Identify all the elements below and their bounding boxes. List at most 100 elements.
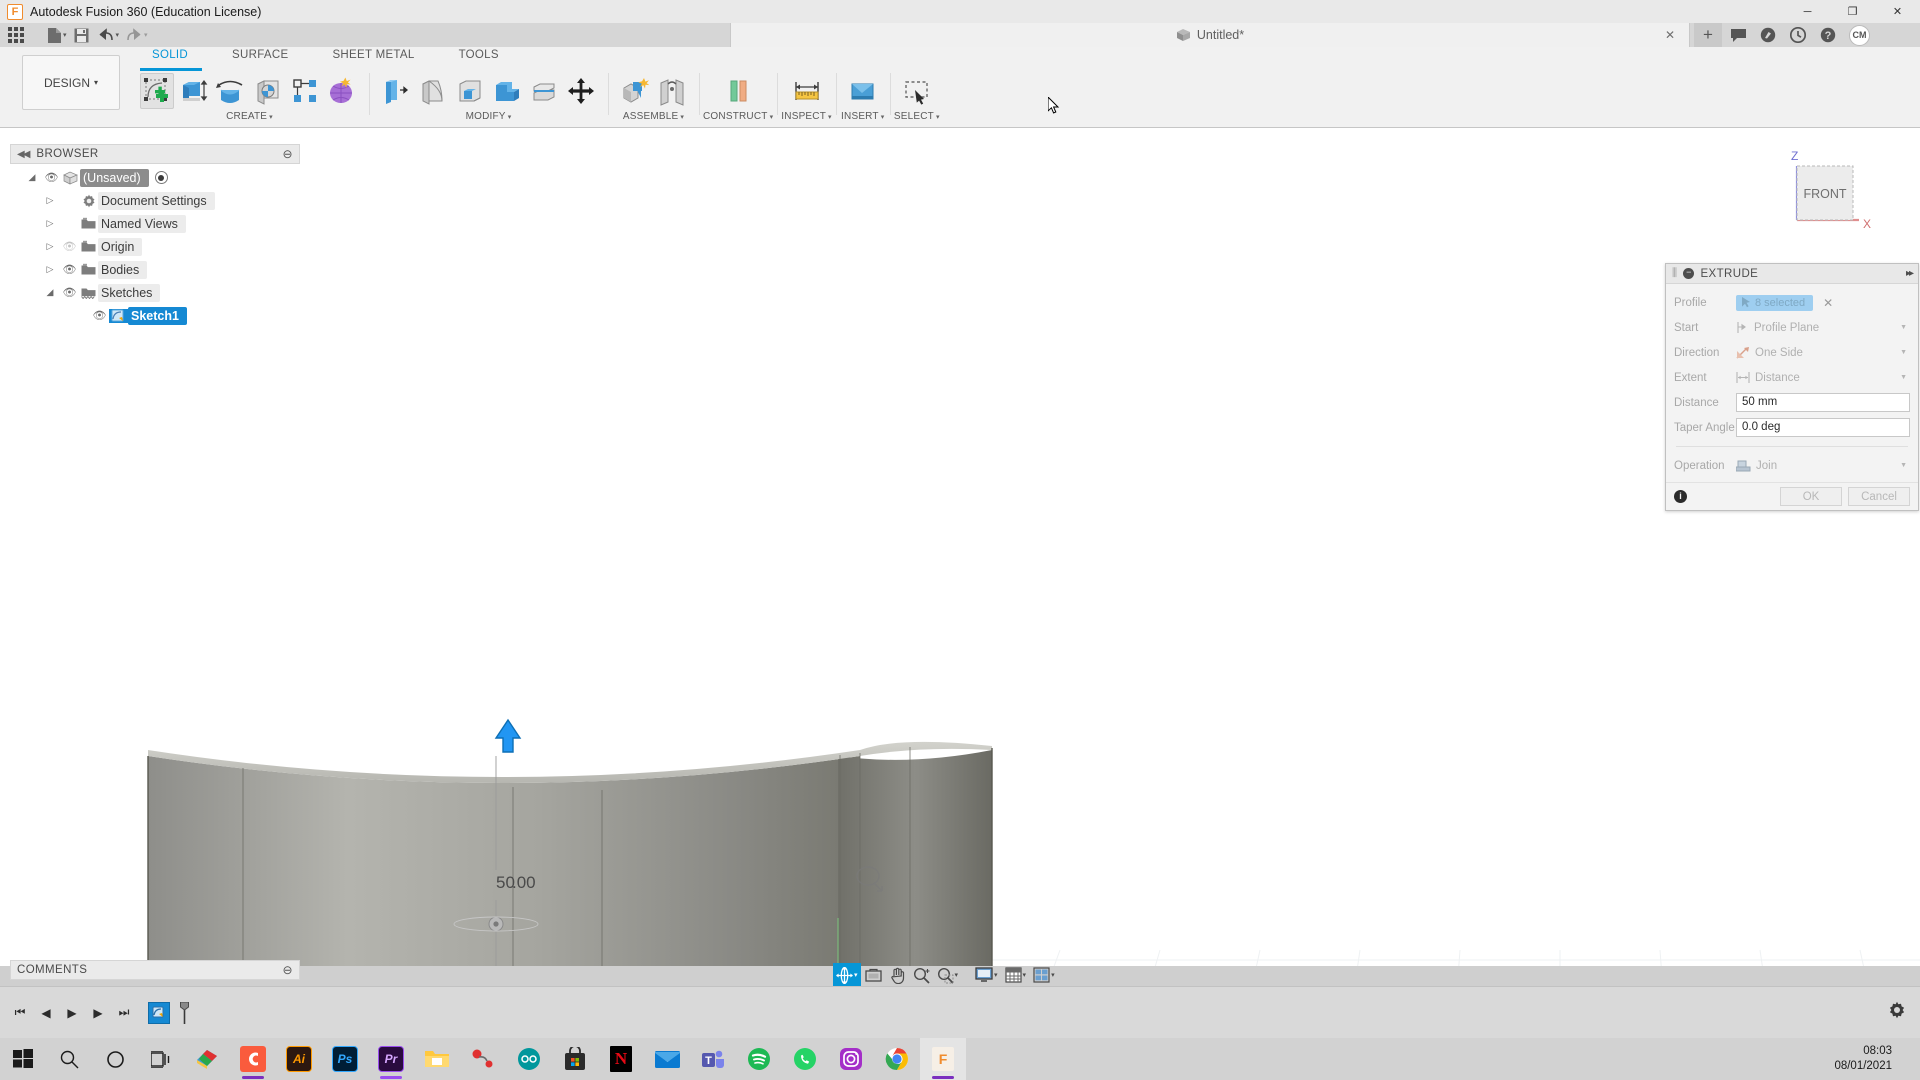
- help-icon[interactable]: ?: [1814, 23, 1842, 47]
- undo-icon[interactable]: ▾: [95, 24, 122, 46]
- shell-icon[interactable]: [453, 73, 487, 109]
- zoom-button[interactable]: [910, 963, 933, 987]
- illustrator-button[interactable]: Ai: [276, 1038, 322, 1080]
- timeline-go-to-end[interactable]: ⏭: [112, 1001, 136, 1025]
- tree-node-unsaved[interactable]: ◢ 👁 (Unsaved): [10, 166, 300, 189]
- cortana-button[interactable]: [92, 1038, 138, 1080]
- visibility-eye-icon[interactable]: 👁: [60, 286, 79, 299]
- grid-snaps-button[interactable]: ▾: [1002, 963, 1030, 987]
- camtasia-button[interactable]: [230, 1038, 276, 1080]
- save-icon[interactable]: [71, 24, 93, 46]
- clear-selection-icon[interactable]: ✕: [1823, 296, 1833, 310]
- extrude-dialog-header[interactable]: ⫼ − EXTRUDE ▸▸: [1666, 264, 1918, 284]
- view-cube[interactable]: Z X FRONT: [1779, 146, 1875, 238]
- move-copy-icon[interactable]: [564, 73, 598, 109]
- group-label-insert[interactable]: INSERT ▾: [841, 111, 884, 122]
- display-settings-button[interactable]: ▾: [972, 963, 1001, 987]
- photoshop-button[interactable]: Ps: [322, 1038, 368, 1080]
- drag-grip-icon[interactable]: ⫼: [1672, 267, 1677, 280]
- chevron-down-icon[interactable]: ▾: [144, 31, 148, 39]
- chevron-down-icon[interactable]: ▾: [1051, 971, 1055, 979]
- app-grid-icon[interactable]: [5, 24, 27, 46]
- create-form-icon[interactable]: [325, 73, 359, 109]
- group-label-create[interactable]: CREATE ▾: [226, 111, 273, 122]
- cancel-button[interactable]: Cancel: [1848, 487, 1910, 506]
- tree-node-sketches[interactable]: ◢ 👁 Sketches: [10, 281, 300, 304]
- start-button[interactable]: [0, 1038, 46, 1080]
- close-button[interactable]: ✕: [1875, 0, 1920, 23]
- offset-plane-icon[interactable]: [721, 73, 755, 109]
- direction-dropdown[interactable]: One Side ▼: [1736, 346, 1910, 359]
- chevron-down-icon[interactable]: ▼: [1900, 374, 1907, 381]
- extensions-icon[interactable]: [1754, 23, 1782, 47]
- redo-icon[interactable]: ▾: [123, 24, 150, 46]
- viewports-button[interactable]: ▾: [1030, 963, 1058, 987]
- comments-icon[interactable]: [1724, 23, 1752, 47]
- operation-dropdown[interactable]: Join ▼: [1736, 459, 1910, 472]
- tree-node-origin[interactable]: ▷ 👁 Origin: [10, 235, 300, 258]
- microsoft-store-button[interactable]: [552, 1038, 598, 1080]
- chevron-down-icon[interactable]: ▾: [994, 971, 998, 979]
- ok-button[interactable]: OK: [1780, 487, 1842, 506]
- start-dropdown[interactable]: Profile Plane ▼: [1736, 322, 1910, 334]
- fillet-icon[interactable]: [416, 73, 450, 109]
- chrome-button[interactable]: [874, 1038, 920, 1080]
- file-explorer-button[interactable]: [414, 1038, 460, 1080]
- search-button[interactable]: [46, 1038, 92, 1080]
- netflix-button[interactable]: N: [598, 1038, 644, 1080]
- extent-dropdown[interactable]: Distance ▼: [1736, 372, 1910, 384]
- timeline-marker[interactable]: [175, 1001, 193, 1024]
- taper-angle-input[interactable]: 0.0 deg: [1736, 418, 1910, 437]
- look-at-button[interactable]: [862, 963, 885, 987]
- combine-icon[interactable]: [490, 73, 524, 109]
- expander-icon[interactable]: ▷: [40, 218, 60, 229]
- visibility-eye-icon[interactable]: 👁: [90, 309, 109, 322]
- new-document-icon[interactable]: ▾: [45, 24, 69, 46]
- visibility-eye-off-icon[interactable]: 👁: [60, 240, 79, 253]
- info-icon[interactable]: i: [1674, 490, 1687, 503]
- tree-node-bodies[interactable]: ▷ 👁 Bodies: [10, 258, 300, 281]
- comments-panel-header[interactable]: COMMENTS ⊖: [10, 960, 300, 980]
- select-window-icon[interactable]: [900, 73, 934, 109]
- document-tab[interactable]: Untitled* ✕: [730, 23, 1690, 47]
- system-clock[interactable]: 08:03 08/01/2021: [1834, 1044, 1892, 1074]
- timeline-step-back[interactable]: ◀: [34, 1001, 58, 1025]
- visibility-eye-icon[interactable]: 👁: [60, 263, 79, 276]
- activate-component-radio[interactable]: [154, 171, 168, 184]
- spotify-button[interactable]: [736, 1038, 782, 1080]
- chevron-down-icon[interactable]: ▼: [1900, 324, 1907, 331]
- tab-sheet-metal[interactable]: SHEET METAL: [310, 49, 436, 65]
- expander-icon[interactable]: ◢: [22, 172, 42, 183]
- sweep-icon[interactable]: [251, 73, 285, 109]
- chevron-down-icon[interactable]: ▾: [116, 31, 120, 39]
- maximize-button[interactable]: ❐: [1830, 0, 1875, 23]
- pattern-icon[interactable]: [288, 73, 322, 109]
- new-component-icon[interactable]: [618, 73, 652, 109]
- chevron-down-icon[interactable]: ▾: [63, 31, 67, 39]
- whatsapp-button[interactable]: [782, 1038, 828, 1080]
- chevron-down-icon[interactable]: ▾: [854, 971, 858, 979]
- timeline-play[interactable]: ▶: [60, 1001, 84, 1025]
- pan-button[interactable]: [886, 963, 909, 987]
- tab-tools[interactable]: TOOLS: [437, 49, 521, 65]
- group-label-inspect[interactable]: INSPECT ▾: [781, 111, 831, 122]
- arduino-button[interactable]: [506, 1038, 552, 1080]
- expander-icon[interactable]: ◢: [40, 287, 60, 298]
- mail-button[interactable]: [644, 1038, 690, 1080]
- visibility-eye-icon[interactable]: 👁: [42, 171, 61, 184]
- tree-node-document-settings[interactable]: ▷ Document Settings: [10, 189, 300, 212]
- profile-selection-button[interactable]: 8 selected: [1736, 294, 1814, 311]
- user-avatar[interactable]: CM: [1849, 24, 1870, 46]
- chevron-down-icon[interactable]: ▾: [1023, 971, 1027, 979]
- physics-app-button[interactable]: [460, 1038, 506, 1080]
- job-status-icon[interactable]: [1784, 23, 1812, 47]
- extrude-icon[interactable]: [177, 73, 211, 109]
- premiere-button[interactable]: Pr: [368, 1038, 414, 1080]
- instagram-button[interactable]: [828, 1038, 874, 1080]
- group-label-select[interactable]: SELECT ▾: [894, 111, 940, 122]
- sketchbook-button[interactable]: [184, 1038, 230, 1080]
- group-label-assemble[interactable]: ASSEMBLE ▾: [623, 111, 684, 122]
- expander-icon[interactable]: ▷: [40, 195, 60, 206]
- timeline-step-forward[interactable]: ▶: [86, 1001, 110, 1025]
- new-tab-button[interactable]: +: [1694, 23, 1722, 47]
